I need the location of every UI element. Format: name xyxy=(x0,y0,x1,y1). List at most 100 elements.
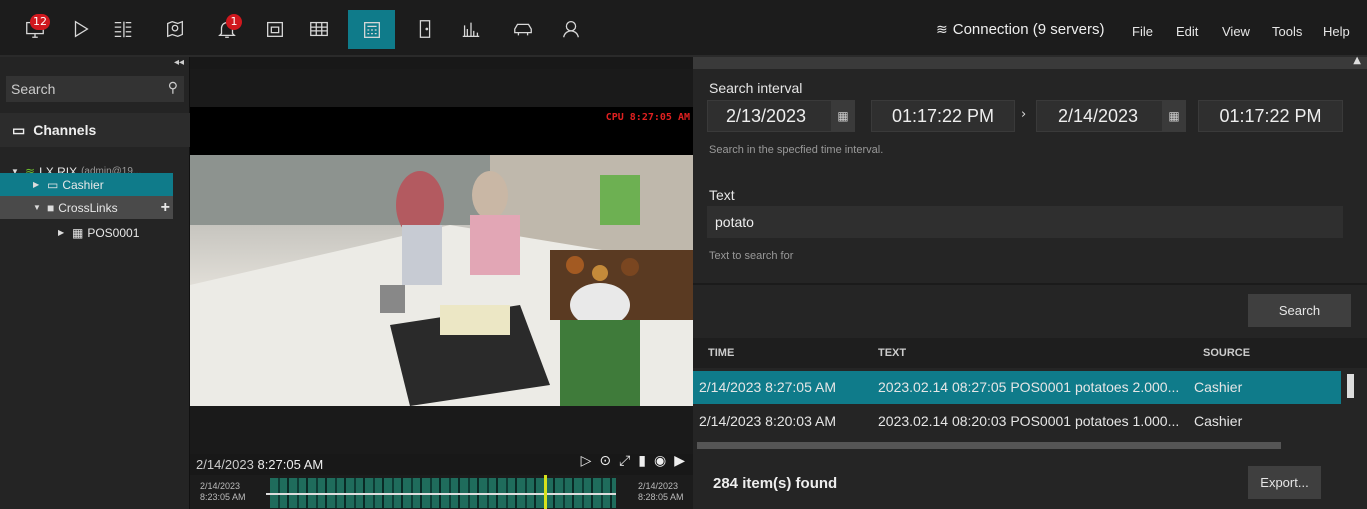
menu-edit[interactable]: Edit xyxy=(1176,24,1198,39)
column-text[interactable]: TEXT xyxy=(878,347,906,359)
camera-frame[interactable] xyxy=(190,155,693,406)
face-search-icon[interactable] xyxy=(556,10,586,48)
collapse-arrow-icon[interactable]: ▶ xyxy=(33,180,43,189)
pos-terminal-icon: ▦ xyxy=(72,225,84,240)
column-time[interactable]: TIME xyxy=(708,347,734,359)
from-calendar-icon[interactable]: ▦ xyxy=(831,100,855,132)
archive-icon[interactable] xyxy=(260,10,290,48)
timeline-start-time: 8:23:05 AM xyxy=(200,492,246,502)
timeline-end: 2/14/2023 8:28:05 AM xyxy=(638,481,684,503)
column-source[interactable]: SOURCE xyxy=(1203,347,1250,359)
door-icon[interactable] xyxy=(410,10,440,48)
cell-time: 2/14/2023 8:20:03 AM xyxy=(699,413,836,429)
snapshot-icon[interactable]: ◉ xyxy=(654,453,666,469)
tree-item-crosslinks[interactable]: ▼ ■ CrossLinks + xyxy=(0,196,173,219)
cell-source: Cashier xyxy=(1194,379,1243,395)
timeline-start-date: 2/14/2023 xyxy=(200,481,241,491)
text-hint: Text to search for xyxy=(709,250,794,262)
monitor-badge: 12 xyxy=(30,14,50,30)
pos-search-icon[interactable] xyxy=(348,10,395,49)
menu-view[interactable]: View xyxy=(1222,24,1250,39)
interval-hint: Search in the specfied time interval. xyxy=(709,144,884,156)
cell-time: 2/14/2023 8:27:05 AM xyxy=(699,379,836,395)
video-time: 8:27:05 AM xyxy=(257,457,324,472)
collapse-sidebar-icon[interactable]: ◂◂ xyxy=(174,57,184,68)
export-button[interactable]: Export... xyxy=(1248,466,1321,499)
pos-search-panel: ▲ Search interval 2/13/2023 ▦ 01:17:22 P… xyxy=(693,55,1367,509)
video-pane[interactable]: CPU 8:27:05 AM 2/14/2023 8:27:05 AM ▷ ⊙ … xyxy=(190,57,693,509)
cell-text: 2023.02.14 08:27:05 POS0001 potatoes 2.0… xyxy=(878,379,1180,395)
tree-item-label: POS0001 xyxy=(87,225,140,240)
layers-icon: ≋ xyxy=(936,21,948,37)
expand-arrow-icon[interactable]: ▼ xyxy=(33,203,43,212)
add-icon[interactable]: + xyxy=(161,199,170,217)
divider xyxy=(693,283,1367,285)
panel-top-bar: ▲ xyxy=(693,55,1367,69)
from-time-value: 01:17:22 PM xyxy=(891,105,995,126)
search-interval-label: Search interval xyxy=(709,80,803,96)
from-time-field[interactable]: 01:17:22 PM xyxy=(871,100,1015,132)
video-controls: ▷ ⊙ ⤢ ▮ ◉ ▶ xyxy=(581,453,685,469)
timeline-cursor[interactable] xyxy=(544,475,547,509)
from-date-value: 2/13/2023 xyxy=(725,105,807,126)
timeline-track xyxy=(266,493,616,495)
menu-tools[interactable]: Tools xyxy=(1272,24,1302,39)
video-date: 2/14/2023 xyxy=(196,457,254,472)
cell-text: 2023.02.14 08:20:03 POS0001 potatoes 1.0… xyxy=(878,413,1180,429)
search-button[interactable]: Search xyxy=(1248,294,1351,327)
search-icon[interactable]: ⚲ xyxy=(168,79,178,96)
tree-item-label: CrossLinks xyxy=(58,200,118,215)
table-row[interactable]: 2/14/2023 8:20:03 AM 2023.02.14 08:20:03… xyxy=(693,405,1341,438)
timeline-end-time: 8:28:05 AM xyxy=(638,492,684,502)
channels-icon: ▭ xyxy=(12,121,26,138)
clock-icon[interactable]: ⊙ xyxy=(599,453,611,469)
channels-header: ▭ Channels xyxy=(0,113,190,147)
alarm-bell-icon[interactable]: 1 xyxy=(212,10,242,48)
playback-icon[interactable]: ▶ xyxy=(674,453,685,469)
map-icon[interactable] xyxy=(160,10,190,48)
results-header: TIME TEXT SOURCE xyxy=(693,338,1367,368)
cell-source: Cashier xyxy=(1194,413,1243,429)
results-count: 284 item(s) found xyxy=(713,475,838,492)
bookmark-icon[interactable]: ▮ xyxy=(638,453,646,469)
main-toolbar: 12 1 ≋ Connection (9 servers) File Edit … xyxy=(0,0,1367,57)
text-search-value: potato xyxy=(715,214,754,230)
results-vertical-scrollbar[interactable] xyxy=(1344,371,1358,401)
search-placeholder: Search xyxy=(11,81,56,97)
menu-file[interactable]: File xyxy=(1132,24,1153,39)
collapse-arrow-icon[interactable]: ▶ xyxy=(58,228,68,237)
connection-menu[interactable]: ≋ Connection (9 servers) xyxy=(936,21,1104,38)
vehicle-icon[interactable] xyxy=(508,10,538,48)
table-icon[interactable] xyxy=(304,10,334,48)
tree-item-label: Cashier xyxy=(62,177,104,192)
export-video-icon[interactable]: ▷ xyxy=(581,453,592,469)
to-calendar-icon[interactable]: ▦ xyxy=(1162,100,1186,132)
range-arrow-icon: › xyxy=(1021,107,1027,122)
results-horizontal-scrollbar[interactable] xyxy=(697,442,1281,449)
connection-label: Connection (9 servers) xyxy=(952,21,1105,38)
tree-item-pos0001[interactable]: ▶ ▦ POS0001 xyxy=(0,221,173,244)
table-row[interactable]: 2/14/2023 8:27:05 AM 2023.02.14 08:27:05… xyxy=(693,371,1341,404)
video-timestamp: 2/14/2023 8:27:05 AM xyxy=(196,457,323,472)
tree-item-cashier[interactable]: ▶ ▭ Cashier xyxy=(0,173,173,196)
channels-title: Channels xyxy=(33,122,97,138)
camera-channel-icon: ▭ xyxy=(47,177,59,192)
to-time-value: 01:17:22 PM xyxy=(1219,105,1322,126)
text-search-input[interactable]: potato xyxy=(707,206,1343,238)
layout-grid-icon[interactable] xyxy=(108,10,138,48)
from-date-field[interactable]: 2/13/2023 xyxy=(707,100,851,132)
cpu-overlay: CPU 8:27:05 AM xyxy=(605,112,690,123)
zoom-icon[interactable]: ⤢ xyxy=(619,453,630,469)
text-label: Text xyxy=(709,187,735,203)
monitor-icon[interactable]: 12 xyxy=(20,10,50,48)
camera-scene-image xyxy=(190,155,693,406)
collapse-panel-icon[interactable]: ▲ xyxy=(1353,55,1361,66)
menu-help[interactable]: Help xyxy=(1323,24,1350,39)
play-icon[interactable] xyxy=(66,10,96,48)
search-input[interactable]: Search ⚲ xyxy=(6,76,184,102)
bar-chart-icon[interactable] xyxy=(456,10,486,48)
to-time-field[interactable]: 01:17:22 PM xyxy=(1198,100,1343,132)
video-header xyxy=(190,69,693,109)
folder-icon: ■ xyxy=(47,200,55,215)
timeline[interactable]: 2/14/2023 8:23:05 AM 2/14/2023 8:28:05 A… xyxy=(190,475,693,509)
